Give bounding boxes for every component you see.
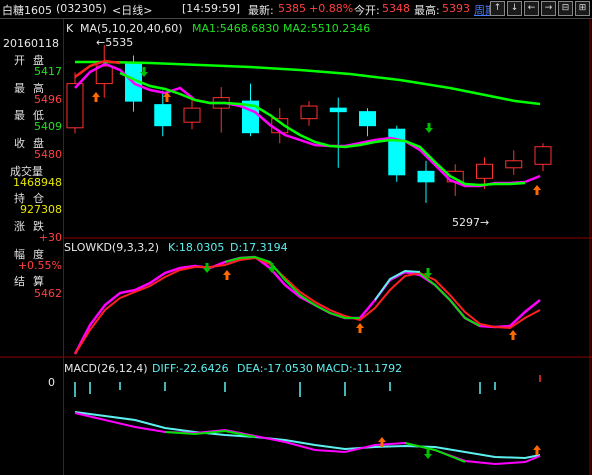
candle-body: [417, 170, 435, 183]
buy-arrow-icon: [356, 323, 364, 333]
buy-arrow-icon: [92, 92, 100, 102]
macd-diff-line: [74, 412, 541, 466]
kd-green-segment: [224, 255, 360, 319]
candle-body: [476, 163, 493, 179]
macd-green-segment: [404, 442, 466, 463]
moving-average-lines: [74, 59, 541, 188]
macd-dea-line: [74, 411, 541, 460]
kd-k-line: [73, 255, 541, 355]
chart-area: [0, 19, 592, 475]
sell-arrow-icon: [425, 123, 433, 133]
ma-short-line: [74, 62, 541, 188]
sell-arrow-icon: [424, 449, 432, 459]
candlestick-series: [66, 45, 552, 203]
kd-lines: [73, 255, 541, 355]
candle-body: [183, 107, 201, 123]
candle-body: [534, 146, 552, 165]
macd-histogram: [74, 375, 541, 397]
sell-arrow-icon: [203, 263, 211, 273]
buy-arrow-icon: [509, 330, 517, 340]
candle-body: [359, 111, 376, 127]
candle-body: [66, 83, 84, 129]
macd-lines: [74, 411, 541, 466]
candle-body: [388, 128, 406, 176]
candle-body: [505, 160, 523, 169]
candle-body: [329, 107, 347, 113]
candle-body: [300, 105, 318, 120]
kd-d-line: [74, 256, 541, 355]
candle-body: [154, 104, 172, 127]
buy-arrow-icon: [533, 185, 541, 195]
buy-arrow-icon: [223, 270, 231, 280]
buy-arrow-icon: [533, 445, 541, 455]
